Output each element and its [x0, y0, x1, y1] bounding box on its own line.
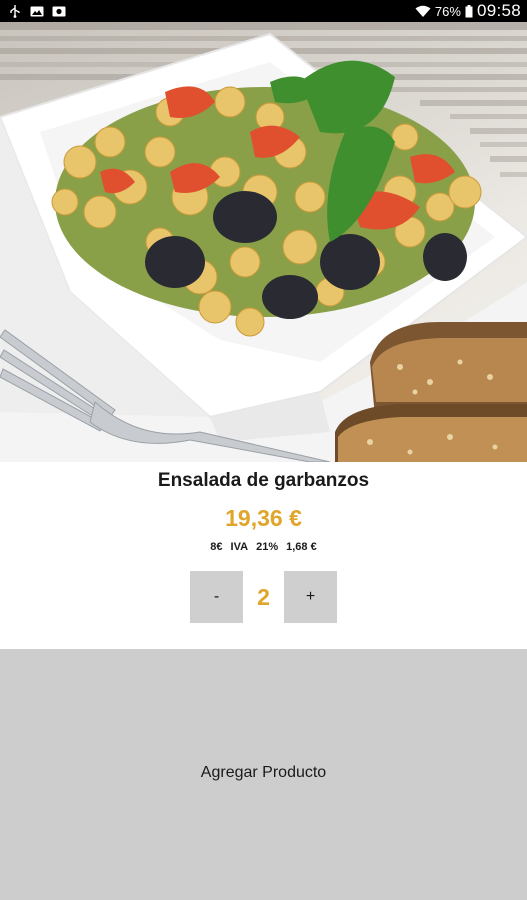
wifi-icon: [415, 5, 431, 18]
add-product-button[interactable]: Agregar Producto: [0, 649, 527, 900]
tax-breakdown: 8€ IVA 21% 1,68 €: [0, 541, 527, 553]
image-icon: [30, 5, 44, 18]
photo-icon: [52, 5, 66, 18]
battery-icon: [465, 4, 473, 18]
status-system: 76% 09:58: [415, 1, 521, 21]
status-notifications: [8, 4, 66, 18]
decrement-button[interactable]: -: [190, 571, 243, 623]
tax-label: IVA: [230, 541, 249, 553]
battery-percent: 76%: [434, 3, 461, 19]
tax-rate: 21%: [256, 541, 279, 553]
clock: 09:58: [476, 1, 521, 20]
quantity-value: 2: [257, 583, 270, 610]
tax-amount: 1,68 €: [286, 541, 317, 553]
increment-button[interactable]: +: [284, 571, 337, 623]
product-price: 19,36 €: [225, 505, 302, 531]
quantity-stepper: - 2 +: [190, 571, 337, 623]
product-title: Ensalada de garbanzos: [157, 470, 370, 491]
product-image: [0, 22, 527, 462]
base-price: 8€: [210, 541, 223, 553]
status-bar: 76% 09:58: [0, 0, 527, 22]
usb-icon: [8, 4, 22, 18]
